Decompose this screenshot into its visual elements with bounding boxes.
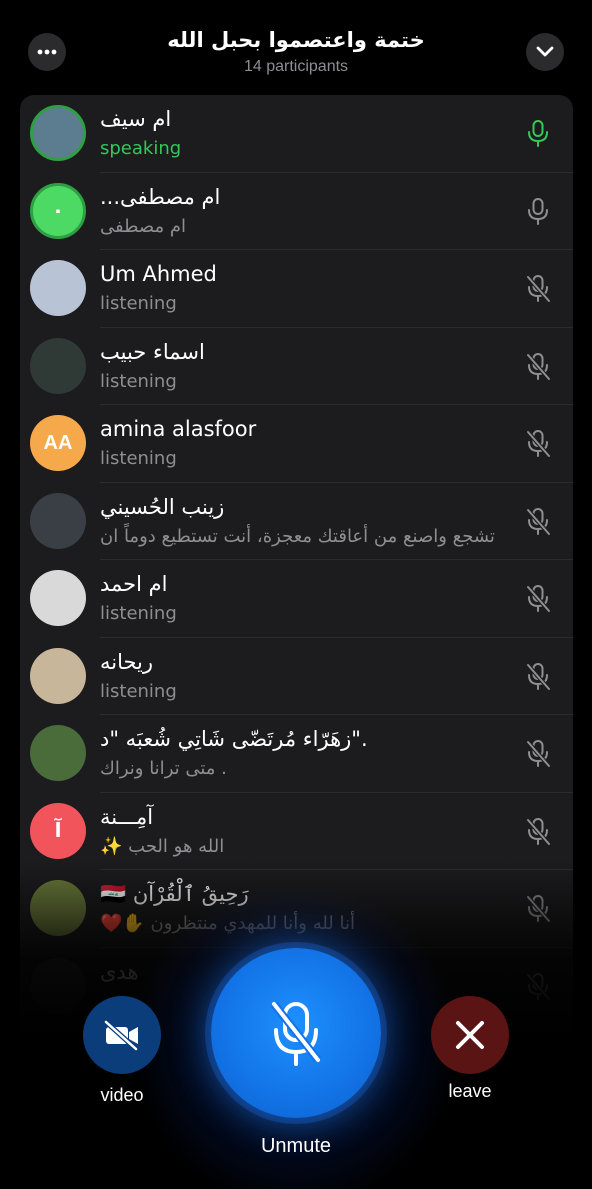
participant-name: زهَرّاء مُرتَضّى شَاتِي شُعبَه "د". xyxy=(100,727,368,751)
participant-name: ام احمد xyxy=(100,572,168,596)
participant-name: اسماء حبيب xyxy=(100,339,205,364)
leave-label: leave xyxy=(448,1081,492,1101)
participant-name: ام سيف xyxy=(100,107,172,131)
participant-name: آمِـــنة xyxy=(100,804,154,829)
unmute-label: Unmute xyxy=(260,1135,332,1157)
participant-status: تشجع واصنع من أعاقتك معجزة، أنت تستطيع د… xyxy=(100,525,495,547)
mic-muted-icon xyxy=(526,430,551,458)
avatar: آ xyxy=(30,802,86,859)
participant-status: listening xyxy=(100,603,177,624)
participant-row[interactable]: زينب الحُسيني تشجع واصنع من أعاقتك معجزة،… xyxy=(20,483,573,560)
participant-row[interactable]: آ آمِـــنة ✨ الله هو الحب xyxy=(20,793,573,870)
participant-status: listening xyxy=(100,448,177,469)
participant-row[interactable]: اسماء حبيب listening xyxy=(20,328,573,405)
participant-name: Um Ahmed xyxy=(100,262,217,286)
participant-status: speaking xyxy=(100,138,182,159)
participant-row[interactable]: AA amina alasfoor listening xyxy=(20,405,573,483)
participant-name: هدى xyxy=(100,959,139,984)
mic-muted-icon xyxy=(526,817,551,845)
participant-status: listening xyxy=(100,293,177,314)
mic-muted-icon xyxy=(526,275,551,303)
participant-name: ريحانه xyxy=(100,649,154,674)
participant-status: listening xyxy=(100,680,177,702)
avatar: ٠ xyxy=(30,182,86,239)
video-label: video xyxy=(100,1085,144,1105)
avatar xyxy=(30,957,86,1014)
call-header: ختمة واعتصموا بحبل الله 14 participants xyxy=(0,0,592,96)
mic-muted-icon xyxy=(526,662,551,690)
microphone-icon xyxy=(528,197,548,225)
collapse-button[interactable] xyxy=(526,33,564,71)
mic-muted-icon xyxy=(526,740,551,768)
mic-muted-icon xyxy=(526,895,551,923)
chevron-down-icon xyxy=(536,46,554,57)
leave-button[interactable] xyxy=(431,996,509,1074)
participant-row[interactable]: ٠ ...ام مصطفى ام مصطفى xyxy=(20,173,573,250)
video-off-icon xyxy=(104,1020,138,1051)
participant-name: زينب الحُسيني xyxy=(100,494,225,519)
avatar xyxy=(30,880,86,936)
close-icon xyxy=(456,1021,484,1049)
participant-name: ...ام مصطفى xyxy=(100,184,221,209)
avatar xyxy=(30,492,86,549)
participant-row[interactable]: Um Ahmed listening xyxy=(20,250,573,328)
participant-row[interactable]: ريحانه listening xyxy=(20,638,573,715)
participant-row[interactable]: زهَرّاء مُرتَضّى شَاتِي شُعبَه "د". متى ت… xyxy=(20,715,573,793)
participant-status: listening xyxy=(100,370,177,392)
avatar xyxy=(30,647,86,704)
mic-muted-icon xyxy=(526,507,551,535)
call-title: ختمة واعتصموا بحبل الله xyxy=(167,28,425,52)
avatar xyxy=(30,725,86,781)
avatar xyxy=(30,260,86,316)
avatar xyxy=(30,570,86,626)
avatar xyxy=(30,337,86,394)
participant-status: ✨ الله هو الحب xyxy=(100,835,225,857)
participant-row[interactable]: ام احمد listening xyxy=(20,560,573,638)
participant-row[interactable]: ام سيف speaking xyxy=(20,95,573,173)
unmute-button[interactable] xyxy=(211,948,381,1118)
microphone-icon xyxy=(528,120,548,147)
participant-status: ام مصطفى xyxy=(100,215,186,237)
mic-muted-icon xyxy=(526,585,551,613)
avatar: AA xyxy=(30,415,86,471)
mic-muted-icon xyxy=(526,972,551,1000)
avatar xyxy=(30,105,86,161)
video-button[interactable] xyxy=(83,996,161,1074)
participants-count: 14 participants xyxy=(243,58,349,75)
mic-off-icon xyxy=(270,1001,322,1066)
participant-status: متى ترانا ونراك . xyxy=(100,758,227,779)
mic-muted-icon xyxy=(526,352,551,380)
participant-name: amina alasfoor xyxy=(100,417,257,441)
